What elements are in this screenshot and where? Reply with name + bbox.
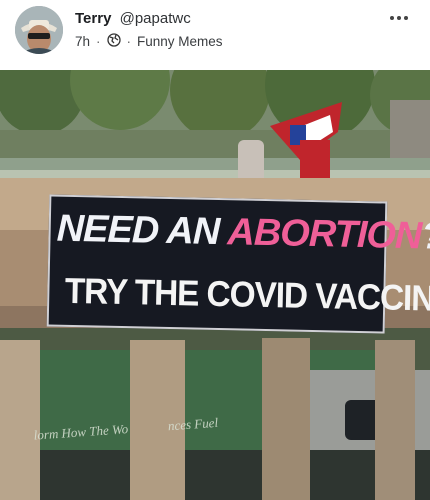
post-header: Terry @papatwc 7h · · Funny Memes <box>0 0 430 66</box>
post-image[interactable]: NEED AN ABORTION? TRY THE COVID VACCINE … <box>0 70 430 500</box>
banner-sign: NEED AN ABORTION? TRY THE COVID VACCINE <box>46 194 430 334</box>
avatar[interactable] <box>15 6 63 54</box>
meta-separator: · <box>96 34 101 49</box>
meta-separator-2: · <box>126 34 132 49</box>
author-name[interactable]: Terry <box>75 10 111 27</box>
post-time[interactable]: 7h <box>75 34 90 49</box>
group-name[interactable]: Funny Memes <box>137 34 223 49</box>
banner-line-2: TRY THE COVID VACCINE <box>64 269 430 319</box>
banner-line-1: NEED AN ABORTION? <box>56 207 430 258</box>
post-meta: 7h · · Funny Memes <box>75 33 223 50</box>
banner-pink-text: ABORTION <box>226 211 422 258</box>
globe-icon <box>106 33 121 50</box>
author-handle[interactable]: @papatwc <box>120 10 191 27</box>
author-line: Terry @papatwc <box>75 10 191 27</box>
more-options-icon[interactable] <box>386 8 412 28</box>
